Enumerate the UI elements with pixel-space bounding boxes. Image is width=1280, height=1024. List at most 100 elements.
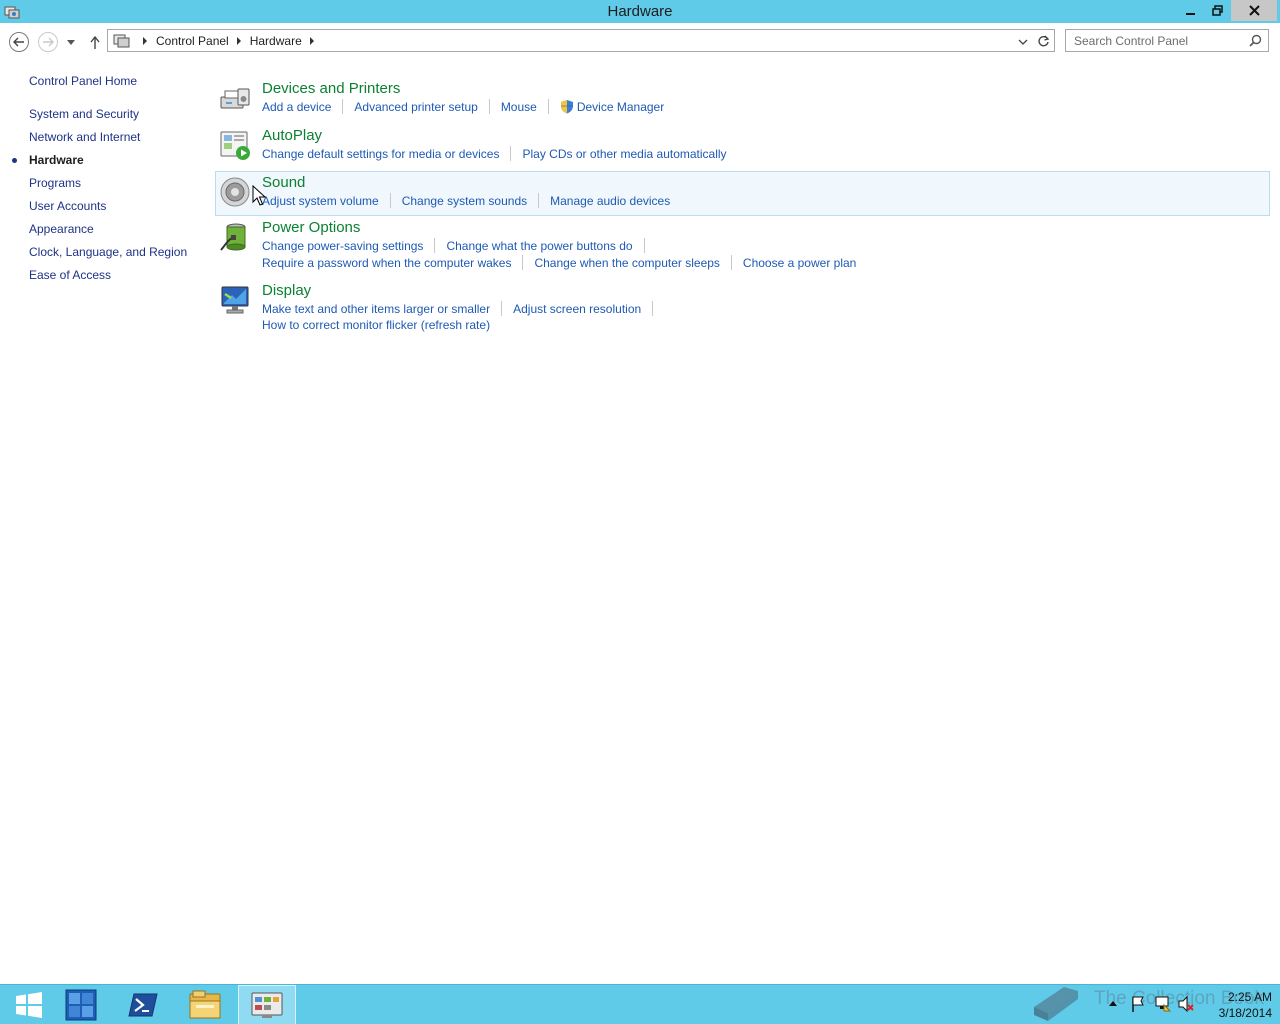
forward-button[interactable] bbox=[38, 32, 58, 52]
arrow-up-icon bbox=[90, 35, 100, 49]
category-links-display-row1: Make text and other items larger or smal… bbox=[262, 301, 664, 316]
uac-shield-icon bbox=[560, 100, 573, 114]
link-divider bbox=[488, 99, 490, 114]
sidebar-item-appearance[interactable]: Appearance bbox=[29, 222, 94, 236]
breadcrumb-separator[interactable] bbox=[143, 37, 147, 45]
link-make-text-larger[interactable]: Make text and other items larger or smal… bbox=[262, 302, 490, 316]
category-display: Display Make text and other items larger… bbox=[215, 280, 1270, 342]
system-clock[interactable]: 2:25 AM 3/18/2014 bbox=[1208, 989, 1272, 1021]
breadcrumb-hardware[interactable]: Hardware bbox=[250, 34, 302, 48]
sidebar-item-hardware[interactable]: Hardware bbox=[29, 153, 84, 167]
link-change-system-sounds[interactable]: Change system sounds bbox=[402, 194, 527, 208]
category-links-display-row2: How to correct monitor flicker (refresh … bbox=[262, 318, 490, 332]
clock-time: 2:25 AM bbox=[1227, 990, 1272, 1004]
link-choose-power-plan[interactable]: Choose a power plan bbox=[743, 256, 856, 270]
sidebar-item-network-and-internet[interactable]: Network and Internet bbox=[29, 130, 140, 144]
category-title-autoplay[interactable]: AutoPlay bbox=[262, 127, 322, 144]
address-dropdown-icon[interactable] bbox=[1017, 36, 1029, 48]
breadcrumb-separator[interactable] bbox=[236, 37, 241, 45]
monitor-icon[interactable] bbox=[218, 283, 252, 317]
link-advanced-printer-setup[interactable]: Advanced printer setup bbox=[354, 100, 477, 114]
search-box[interactable] bbox=[1065, 29, 1269, 52]
category-links-devices-and-printers: Add a device Advanced printer setup Mous… bbox=[262, 99, 664, 114]
link-divider bbox=[501, 301, 503, 316]
category-title-display[interactable]: Display bbox=[262, 282, 311, 299]
control-panel-home-link[interactable]: Control Panel Home bbox=[29, 74, 137, 88]
link-adjust-screen-resolution[interactable]: Adjust screen resolution bbox=[513, 302, 641, 316]
chevron-down-icon bbox=[67, 39, 75, 45]
autoplay-icon[interactable] bbox=[218, 128, 252, 162]
printer-icon[interactable] bbox=[218, 81, 252, 115]
category-autoplay: AutoPlay Change default settings for med… bbox=[215, 125, 1270, 169]
link-divider bbox=[510, 146, 512, 161]
search-input[interactable] bbox=[1066, 30, 1246, 51]
control-panel-taskbar-button[interactable] bbox=[238, 985, 296, 1024]
up-button[interactable] bbox=[86, 32, 104, 52]
refresh-icon[interactable] bbox=[1037, 35, 1050, 48]
search-icon[interactable] bbox=[1249, 34, 1262, 47]
server-manager-icon bbox=[65, 989, 97, 1021]
link-mouse[interactable]: Mouse bbox=[501, 100, 537, 114]
sidebar-item-user-accounts[interactable]: User Accounts bbox=[29, 199, 106, 213]
breadcrumb-control-panel[interactable]: Control Panel bbox=[156, 34, 229, 48]
active-item-bullet bbox=[12, 158, 17, 163]
link-divider bbox=[730, 255, 732, 270]
close-button[interactable] bbox=[1231, 0, 1277, 21]
address-bar[interactable]: Control Panel Hardware bbox=[107, 29, 1055, 52]
category-devices-and-printers: Devices and Printers Add a device Advanc… bbox=[215, 78, 1270, 122]
close-icon bbox=[1248, 5, 1260, 16]
powershell-button[interactable] bbox=[114, 985, 172, 1024]
link-divider bbox=[522, 255, 524, 270]
sidebar-item-system-and-security[interactable]: System and Security bbox=[29, 107, 139, 121]
link-change-sleep-settings[interactable]: Change when the computer sleeps bbox=[534, 256, 719, 270]
link-correct-monitor-flicker[interactable]: How to correct monitor flicker (refresh … bbox=[262, 318, 490, 332]
link-require-password-on-wake[interactable]: Require a password when the computer wak… bbox=[262, 256, 511, 270]
link-change-power-buttons[interactable]: Change what the power buttons do bbox=[446, 239, 632, 253]
link-device-manager[interactable]: Device Manager bbox=[577, 100, 664, 114]
server-manager-button[interactable] bbox=[52, 985, 110, 1024]
link-change-power-saving-settings[interactable]: Change power-saving settings bbox=[262, 239, 423, 253]
sidebar-item-ease-of-access[interactable]: Ease of Access bbox=[29, 268, 111, 282]
windows-logo-icon bbox=[16, 992, 42, 1018]
minimize-button[interactable] bbox=[1177, 0, 1204, 21]
clock-date: 3/18/2014 bbox=[1218, 1006, 1272, 1020]
taskbar: The Collection Book 2:25 AM 3/18/2014 bbox=[0, 984, 1280, 1024]
link-play-cds-automatically[interactable]: Play CDs or other media automatically bbox=[522, 147, 726, 161]
restore-icon bbox=[1212, 5, 1223, 16]
breadcrumb: Control Panel Hardware bbox=[135, 34, 323, 48]
arrow-left-icon bbox=[13, 37, 24, 47]
category-title-sound[interactable]: Sound bbox=[262, 174, 305, 191]
file-explorer-button[interactable] bbox=[176, 985, 234, 1024]
link-divider bbox=[652, 301, 654, 316]
category-title-power-options[interactable]: Power Options bbox=[262, 219, 360, 236]
restore-button[interactable] bbox=[1204, 0, 1231, 21]
link-divider bbox=[434, 238, 436, 253]
back-button[interactable] bbox=[9, 32, 29, 52]
battery-icon[interactable] bbox=[218, 220, 252, 254]
recent-locations-button[interactable] bbox=[64, 32, 78, 52]
show-hidden-icons-icon[interactable] bbox=[1108, 999, 1118, 1007]
sidebar-item-programs[interactable]: Programs bbox=[29, 176, 81, 190]
link-add-a-device[interactable]: Add a device bbox=[262, 100, 331, 114]
category-links-power-options-row1: Change power-saving settings Change what… bbox=[262, 238, 656, 253]
powershell-icon bbox=[128, 993, 158, 1017]
arrow-right-icon bbox=[43, 37, 54, 47]
link-divider bbox=[389, 193, 391, 208]
mouse-cursor-icon bbox=[252, 185, 266, 206]
start-button[interactable] bbox=[0, 985, 58, 1024]
control-panel-icon bbox=[251, 992, 283, 1018]
sidebar-item-clock-language-region[interactable]: Clock, Language, and Region bbox=[29, 245, 187, 259]
link-change-default-media-settings[interactable]: Change default settings for media or dev… bbox=[262, 147, 499, 161]
title-bar: Hardware bbox=[0, 0, 1280, 23]
speaker-icon[interactable] bbox=[218, 175, 252, 209]
window-title: Hardware bbox=[607, 3, 673, 20]
breadcrumb-separator[interactable] bbox=[309, 37, 314, 45]
network-icon[interactable] bbox=[1154, 995, 1172, 1013]
link-adjust-system-volume[interactable]: Adjust system volume bbox=[262, 194, 379, 208]
action-center-flag-icon[interactable] bbox=[1130, 995, 1146, 1013]
link-divider bbox=[547, 99, 549, 114]
volume-muted-icon[interactable] bbox=[1177, 995, 1195, 1013]
category-title-devices-and-printers[interactable]: Devices and Printers bbox=[262, 80, 400, 97]
category-power-options: Power Options Change power-saving settin… bbox=[215, 217, 1270, 279]
link-manage-audio-devices[interactable]: Manage audio devices bbox=[550, 194, 670, 208]
